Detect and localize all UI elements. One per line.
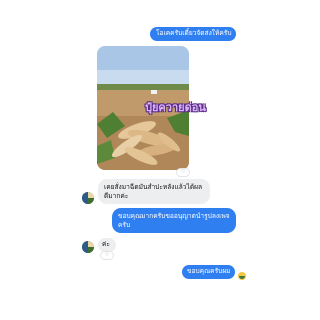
photo-caption: ปุ๋ยควายด่อน	[145, 101, 206, 114]
seen-avatar-icon	[238, 272, 246, 280]
reaction-icon-2[interactable]: ♡	[100, 251, 114, 260]
outgoing-message-3[interactable]: ขอบคุณครับผม	[182, 265, 235, 279]
contact-avatar[interactable]	[82, 192, 94, 204]
incoming-message-1[interactable]: เคยสั่งมาฉีดมันสำปะหลังแล้วได้ผลดีมากค่ะ	[98, 179, 210, 204]
like-reaction-icon[interactable]: ♡	[176, 168, 190, 177]
outgoing-message-2[interactable]: ขอบคุณมากครับขออนุญาตนำรูปลงเพจครับ	[112, 208, 236, 233]
background-left	[0, 0, 70, 320]
background-right	[250, 0, 320, 320]
contact-avatar-2[interactable]	[82, 241, 94, 253]
outgoing-message-1[interactable]: โอเคครับเดี๋ยวจัดส่งให้ครับ	[150, 27, 236, 41]
incoming-message-2[interactable]: ค่ะ	[98, 238, 116, 252]
